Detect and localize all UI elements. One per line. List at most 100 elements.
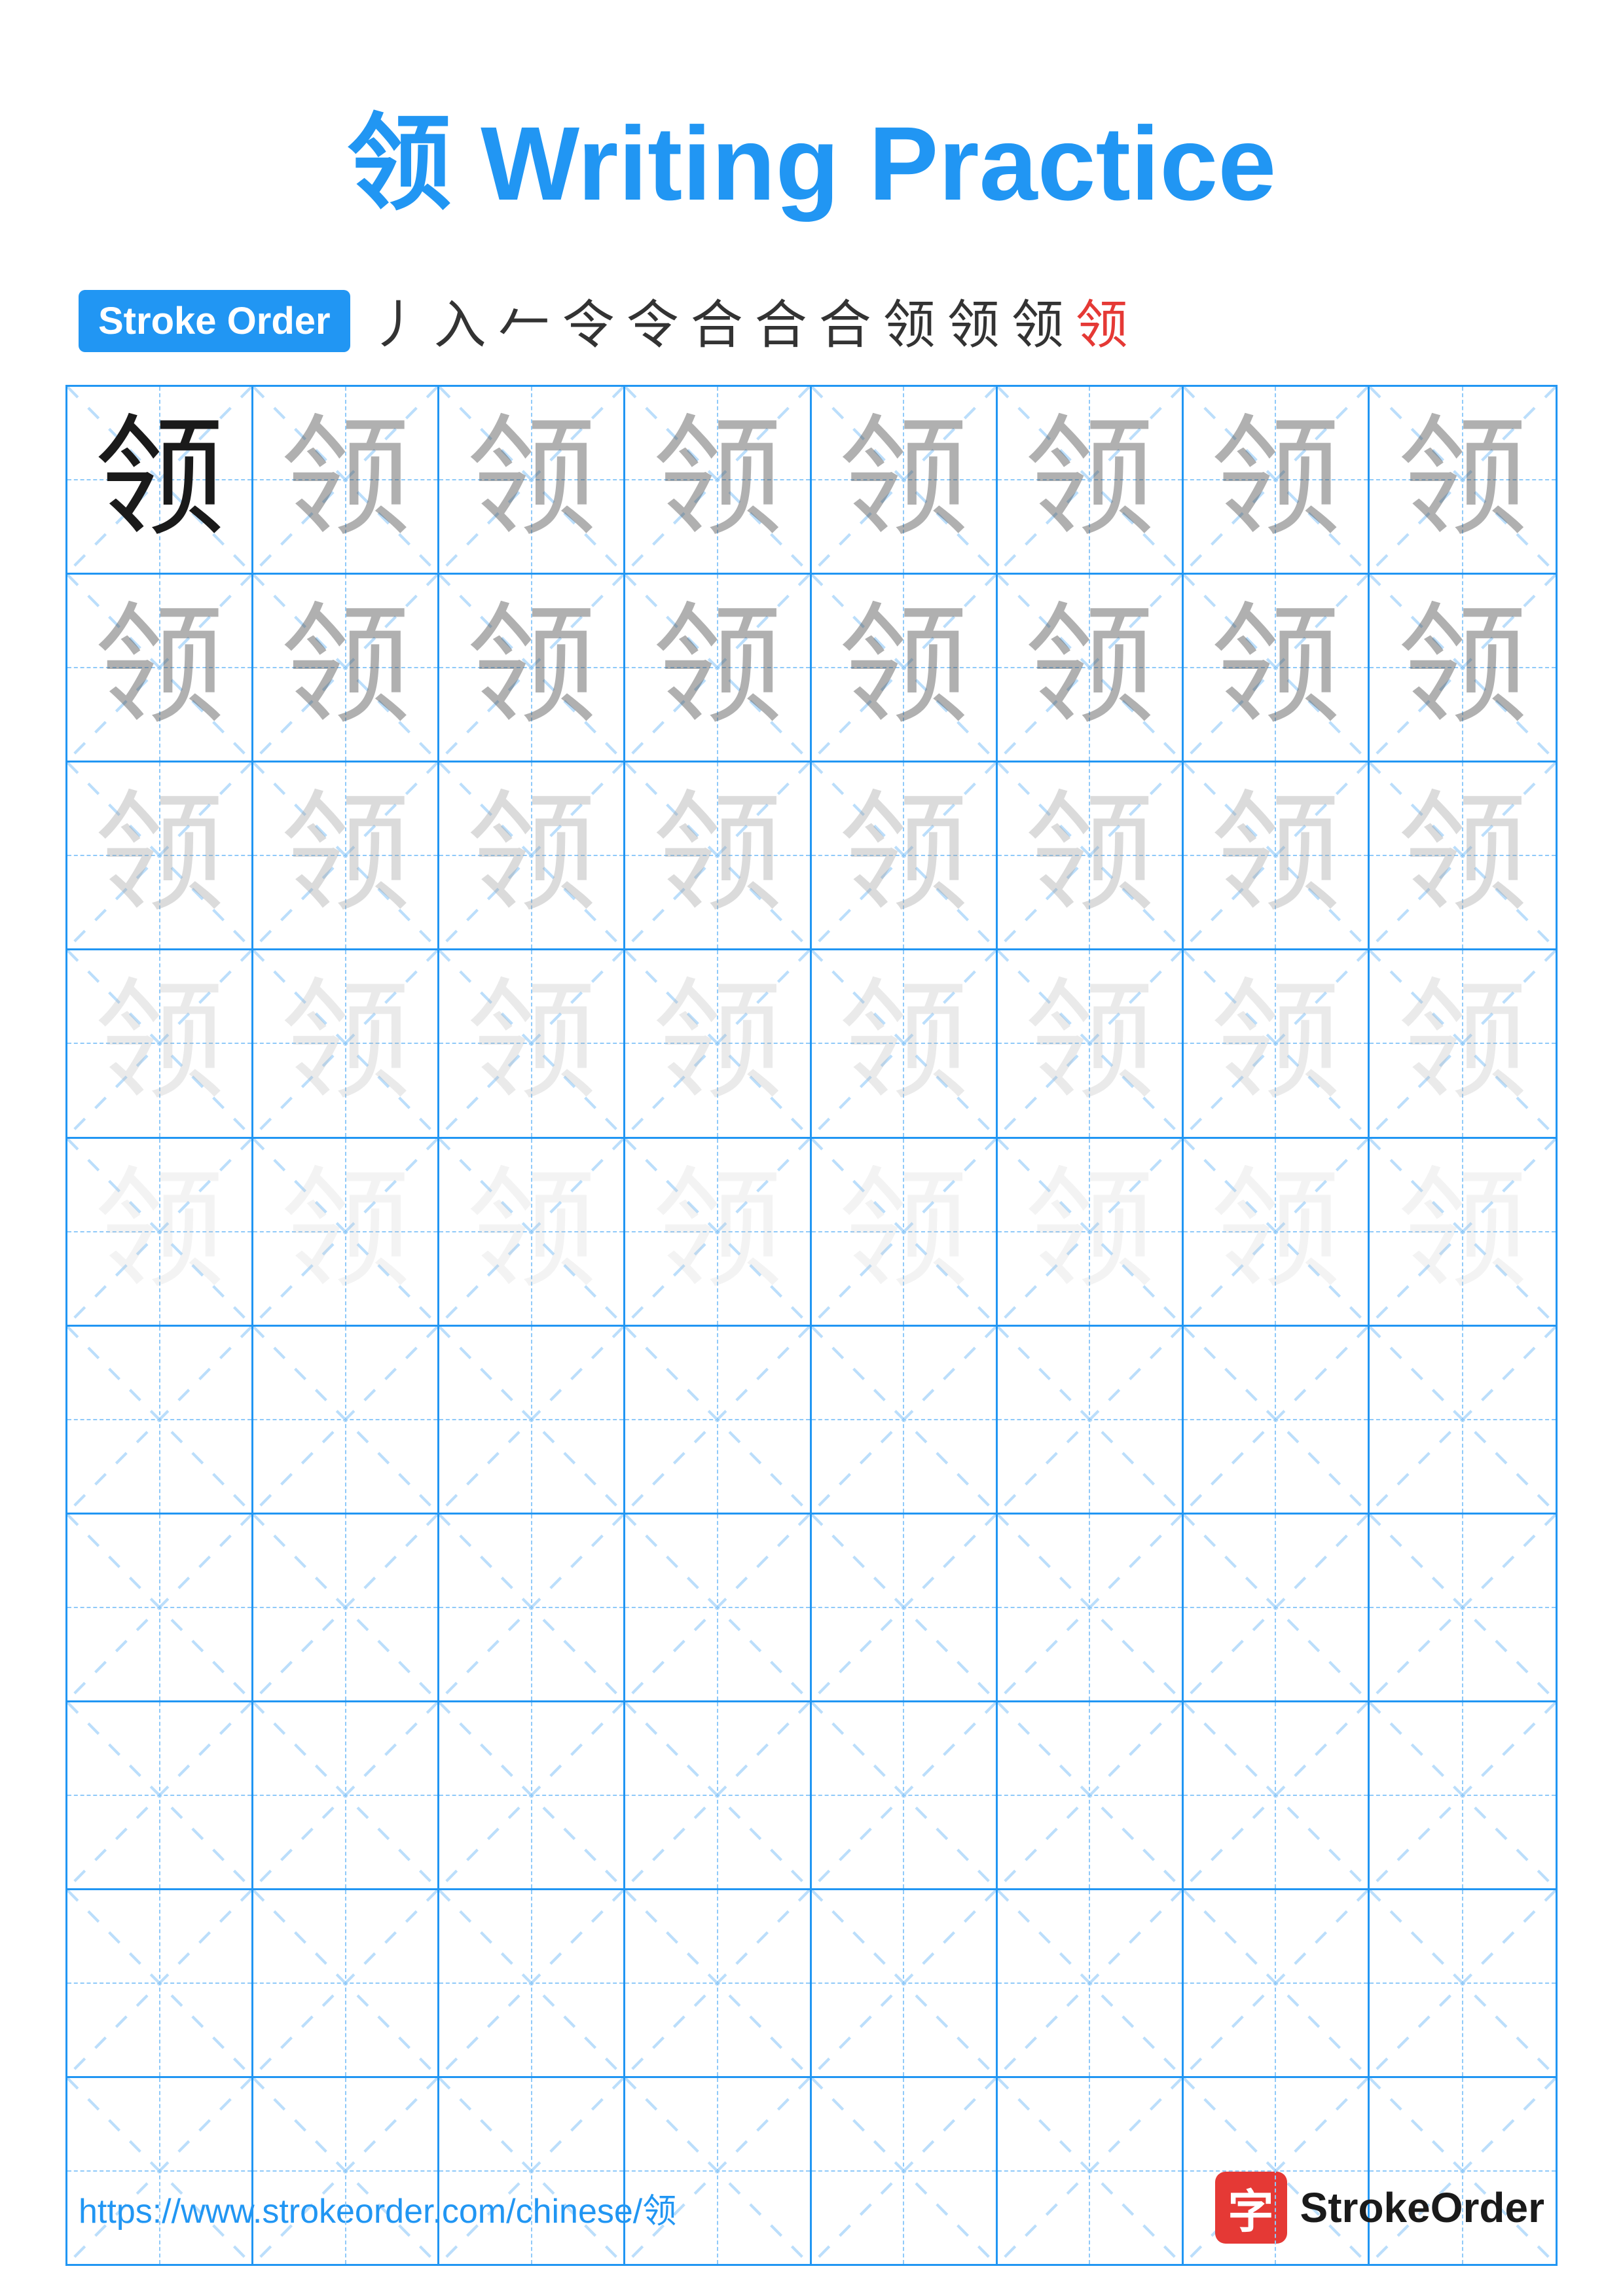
strokeorder-logo-text: StrokeOrder bbox=[1300, 2183, 1544, 2232]
grid-cell[interactable]: 领 bbox=[439, 1139, 625, 1325]
grid-cell[interactable] bbox=[998, 1515, 1184, 1700]
grid-row[interactable]: 领领领领领领领领 bbox=[67, 762, 1556, 950]
practice-char: 领 bbox=[1210, 978, 1341, 1109]
grid-cell[interactable]: 领 bbox=[812, 1139, 998, 1325]
grid-cell[interactable]: 领 bbox=[998, 950, 1184, 1136]
grid-cell[interactable]: 领 bbox=[439, 575, 625, 761]
grid-cell[interactable] bbox=[439, 1702, 625, 1888]
grid-cell[interactable]: 领 bbox=[253, 1139, 439, 1325]
grid-cell[interactable]: 领 bbox=[1184, 762, 1370, 948]
grid-cell[interactable]: 领 bbox=[67, 762, 253, 948]
practice-char: 领 bbox=[280, 1166, 411, 1297]
cell-guide-lines bbox=[625, 1515, 809, 1700]
cell-guide-lines bbox=[1184, 1327, 1368, 1513]
grid-cell[interactable] bbox=[1370, 1890, 1556, 2076]
grid-row[interactable] bbox=[67, 1702, 1556, 1890]
grid-cell[interactable]: 领 bbox=[1370, 1139, 1556, 1325]
grid-cell[interactable]: 领 bbox=[1370, 575, 1556, 761]
grid-cell[interactable] bbox=[67, 1702, 253, 1888]
grid-cell[interactable] bbox=[253, 1515, 439, 1700]
grid-cell[interactable] bbox=[998, 1890, 1184, 2076]
grid-cell[interactable]: 领 bbox=[1184, 950, 1370, 1136]
page-title: 领 Writing Practice bbox=[347, 105, 1277, 222]
grid-cell[interactable] bbox=[67, 1327, 253, 1513]
grid-row[interactable]: 领领领领领领领领 bbox=[67, 575, 1556, 762]
grid-cell[interactable] bbox=[1370, 1515, 1556, 1700]
grid-cell[interactable] bbox=[1184, 1702, 1370, 1888]
practice-char: 领 bbox=[652, 1166, 783, 1297]
stroke-step-3: 𠂉 bbox=[498, 283, 551, 359]
grid-cell[interactable]: 领 bbox=[812, 950, 998, 1136]
grid-row[interactable] bbox=[67, 1327, 1556, 1515]
grid-cell[interactable] bbox=[1184, 1890, 1370, 2076]
grid-cell[interactable] bbox=[625, 1890, 811, 2076]
grid-cell[interactable]: 领 bbox=[67, 1139, 253, 1325]
grid-cell[interactable]: 领 bbox=[1370, 762, 1556, 948]
grid-cell[interactable]: 领 bbox=[1370, 387, 1556, 573]
stroke-step-2: 入 bbox=[434, 283, 486, 359]
grid-cell[interactable]: 领 bbox=[439, 387, 625, 573]
grid-cell[interactable] bbox=[439, 1327, 625, 1513]
grid-cell[interactable] bbox=[625, 1515, 811, 1700]
grid-cell[interactable]: 领 bbox=[1184, 1139, 1370, 1325]
grid-cell[interactable] bbox=[439, 1890, 625, 2076]
stroke-step-5: 令 bbox=[627, 283, 679, 359]
grid-cell[interactable] bbox=[625, 1702, 811, 1888]
grid-cell[interactable] bbox=[812, 1702, 998, 1888]
grid-cell[interactable] bbox=[812, 1327, 998, 1513]
grid-cell[interactable]: 领 bbox=[625, 575, 811, 761]
grid-cell[interactable]: 领 bbox=[812, 387, 998, 573]
grid-cell[interactable]: 领 bbox=[812, 762, 998, 948]
grid-cell[interactable]: 领 bbox=[625, 762, 811, 948]
grid-cell[interactable]: 领 bbox=[439, 762, 625, 948]
grid-cell[interactable] bbox=[1184, 1515, 1370, 1700]
cell-guide-lines bbox=[998, 1327, 1182, 1513]
grid-row[interactable] bbox=[67, 1890, 1556, 2078]
cell-guide-lines bbox=[67, 1327, 251, 1513]
stroke-order-row: Stroke Order 丿入𠂉令令合合合领领领领 bbox=[0, 283, 1623, 359]
grid-cell[interactable] bbox=[67, 1515, 253, 1700]
grid-cell[interactable]: 领 bbox=[998, 575, 1184, 761]
practice-char: 领 bbox=[466, 414, 597, 545]
grid-cell[interactable] bbox=[253, 1327, 439, 1513]
grid-cell[interactable]: 领 bbox=[253, 950, 439, 1136]
grid-row[interactable]: 领领领领领领领领 bbox=[67, 387, 1556, 575]
grid-cell[interactable]: 领 bbox=[253, 762, 439, 948]
grid-cell[interactable]: 领 bbox=[625, 387, 811, 573]
grid-cell[interactable] bbox=[253, 1890, 439, 2076]
grid-cell[interactable] bbox=[812, 1515, 998, 1700]
practice-char: 领 bbox=[838, 602, 969, 733]
grid-cell[interactable]: 领 bbox=[998, 1139, 1184, 1325]
grid-cell[interactable]: 领 bbox=[1370, 950, 1556, 1136]
grid-cell[interactable] bbox=[1370, 1702, 1556, 1888]
grid-cell[interactable]: 领 bbox=[625, 1139, 811, 1325]
grid-cell[interactable]: 领 bbox=[1184, 575, 1370, 761]
grid-cell[interactable] bbox=[67, 1890, 253, 2076]
grid-cell[interactable]: 领 bbox=[67, 950, 253, 1136]
grid-cell[interactable]: 领 bbox=[998, 762, 1184, 948]
grid-cell[interactable] bbox=[625, 1327, 811, 1513]
stroke-step-6: 合 bbox=[691, 283, 743, 359]
grid-cell[interactable] bbox=[1184, 1327, 1370, 1513]
grid-cell[interactable]: 领 bbox=[439, 950, 625, 1136]
grid-cell[interactable]: 领 bbox=[1184, 387, 1370, 573]
grid-row[interactable]: 领领领领领领领领 bbox=[67, 1139, 1556, 1327]
grid-cell[interactable] bbox=[253, 1702, 439, 1888]
grid-cell[interactable] bbox=[998, 1327, 1184, 1513]
practice-grid[interactable]: 领领领领领领领领领领领领领领领领领领领领领领领领领领领领领领领领领领领领领领领领 bbox=[65, 385, 1558, 2266]
grid-cell[interactable] bbox=[1370, 1327, 1556, 1513]
grid-cell[interactable]: 领 bbox=[67, 387, 253, 573]
grid-cell[interactable] bbox=[439, 1515, 625, 1700]
grid-row[interactable]: 领领领领领领领领 bbox=[67, 950, 1556, 1138]
cell-guide-lines bbox=[812, 1890, 996, 2076]
practice-char: 领 bbox=[838, 978, 969, 1109]
grid-cell[interactable] bbox=[812, 1890, 998, 2076]
grid-cell[interactable]: 领 bbox=[253, 387, 439, 573]
grid-cell[interactable]: 领 bbox=[67, 575, 253, 761]
grid-cell[interactable]: 领 bbox=[812, 575, 998, 761]
grid-cell[interactable]: 领 bbox=[625, 950, 811, 1136]
grid-cell[interactable]: 领 bbox=[998, 387, 1184, 573]
grid-cell[interactable] bbox=[998, 1702, 1184, 1888]
grid-cell[interactable]: 领 bbox=[253, 575, 439, 761]
grid-row[interactable] bbox=[67, 1515, 1556, 1702]
